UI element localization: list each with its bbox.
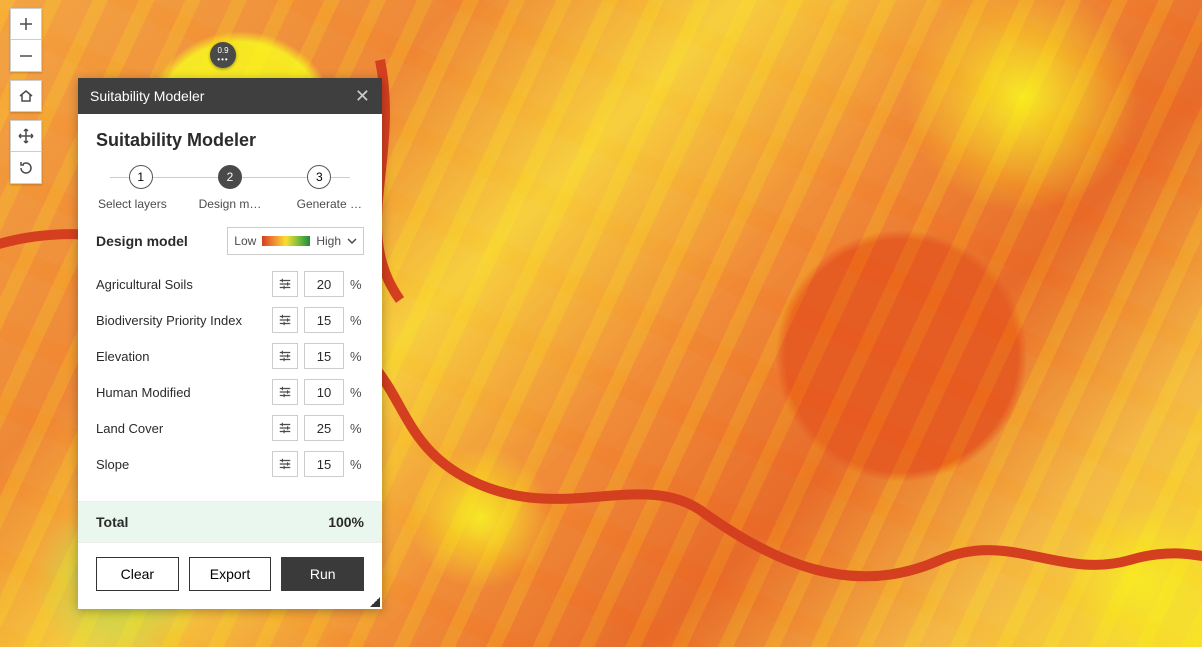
criteria-list: Agricultural Soils % Biodiversity Priori… xyxy=(96,271,364,477)
criteria-settings-button[interactable] xyxy=(272,379,298,405)
panel-header[interactable]: Suitability Modeler ✕ xyxy=(78,78,382,114)
percent-label: % xyxy=(350,457,364,472)
step-generate[interactable]: 3 Generate … xyxy=(275,165,364,211)
criteria-row: Elevation % xyxy=(96,343,364,369)
percent-label: % xyxy=(350,313,364,328)
close-icon: ✕ xyxy=(355,86,370,106)
step-label: Select layers xyxy=(96,197,185,211)
criteria-value-input[interactable] xyxy=(304,271,344,297)
suitability-modeler-panel: Suitability Modeler ✕ Suitability Modele… xyxy=(78,78,382,609)
legend-high: High xyxy=(316,234,341,248)
sliders-icon xyxy=(278,349,292,363)
map-nav-tools xyxy=(10,8,42,192)
home-icon xyxy=(18,88,34,104)
percent-label: % xyxy=(350,277,364,292)
stepper: 1 Select layers 2 Design m… 3 Generate … xyxy=(96,165,364,211)
criteria-row: Land Cover % xyxy=(96,415,364,441)
step-label: Design m… xyxy=(185,197,274,211)
criteria-value-input[interactable] xyxy=(304,307,344,333)
panel-header-title: Suitability Modeler xyxy=(90,88,204,104)
clear-button[interactable]: Clear xyxy=(96,557,179,591)
zoom-out-button[interactable] xyxy=(10,40,42,72)
criteria-settings-button[interactable] xyxy=(272,271,298,297)
step-number: 1 xyxy=(129,165,153,189)
criteria-value-input[interactable] xyxy=(304,379,344,405)
plus-icon xyxy=(18,16,34,32)
criteria-settings-button[interactable] xyxy=(272,415,298,441)
total-value: 100% xyxy=(328,514,364,530)
criteria-value-input[interactable] xyxy=(304,451,344,477)
criteria-row: Biodiversity Priority Index % xyxy=(96,307,364,333)
total-label: Total xyxy=(96,514,128,530)
close-button[interactable]: ✕ xyxy=(355,87,370,105)
grip-dots-icon: ••• xyxy=(217,56,228,64)
criteria-settings-button[interactable] xyxy=(272,343,298,369)
step-design-model[interactable]: 2 Design m… xyxy=(185,165,274,211)
home-button[interactable] xyxy=(10,80,42,112)
sliders-icon xyxy=(278,457,292,471)
criteria-value-input[interactable] xyxy=(304,415,344,441)
criteria-settings-button[interactable] xyxy=(272,307,298,333)
step-number: 2 xyxy=(218,165,242,189)
sliders-icon xyxy=(278,421,292,435)
rotate-icon xyxy=(18,160,34,176)
color-ramp-select[interactable]: Low High xyxy=(227,227,364,255)
chevron-down-icon xyxy=(347,236,357,246)
criteria-name: Biodiversity Priority Index xyxy=(96,313,266,328)
step-number: 3 xyxy=(307,165,331,189)
run-button[interactable]: Run xyxy=(281,557,364,591)
step-select-layers[interactable]: 1 Select layers xyxy=(96,165,185,211)
panel-title: Suitability Modeler xyxy=(96,130,364,151)
section-label: Design model xyxy=(96,233,188,249)
total-bar: Total 100% xyxy=(78,501,382,543)
criteria-row: Agricultural Soils % xyxy=(96,271,364,297)
criteria-row: Slope % xyxy=(96,451,364,477)
transparency-handle[interactable]: 0.9 ••• xyxy=(210,42,236,68)
criteria-row: Human Modified % xyxy=(96,379,364,405)
criteria-name: Elevation xyxy=(96,349,266,364)
sliders-icon xyxy=(278,385,292,399)
criteria-value-input[interactable] xyxy=(304,343,344,369)
legend-low: Low xyxy=(234,234,256,248)
percent-label: % xyxy=(350,385,364,400)
export-button[interactable]: Export xyxy=(189,557,272,591)
sliders-icon xyxy=(278,277,292,291)
criteria-name: Agricultural Soils xyxy=(96,277,266,292)
pan-button[interactable] xyxy=(10,120,42,152)
sliders-icon xyxy=(278,313,292,327)
pan-icon xyxy=(18,128,34,144)
minus-icon xyxy=(18,48,34,64)
rotate-button[interactable] xyxy=(10,152,42,184)
transparency-value: 0.9 xyxy=(217,47,228,55)
criteria-name: Land Cover xyxy=(96,421,266,436)
color-ramp-icon xyxy=(262,236,310,246)
percent-label: % xyxy=(350,421,364,436)
resize-grip[interactable] xyxy=(370,597,380,607)
zoom-in-button[interactable] xyxy=(10,8,42,40)
criteria-name: Slope xyxy=(96,457,266,472)
step-label: Generate … xyxy=(275,197,364,211)
criteria-name: Human Modified xyxy=(96,385,266,400)
percent-label: % xyxy=(350,349,364,364)
criteria-settings-button[interactable] xyxy=(272,451,298,477)
